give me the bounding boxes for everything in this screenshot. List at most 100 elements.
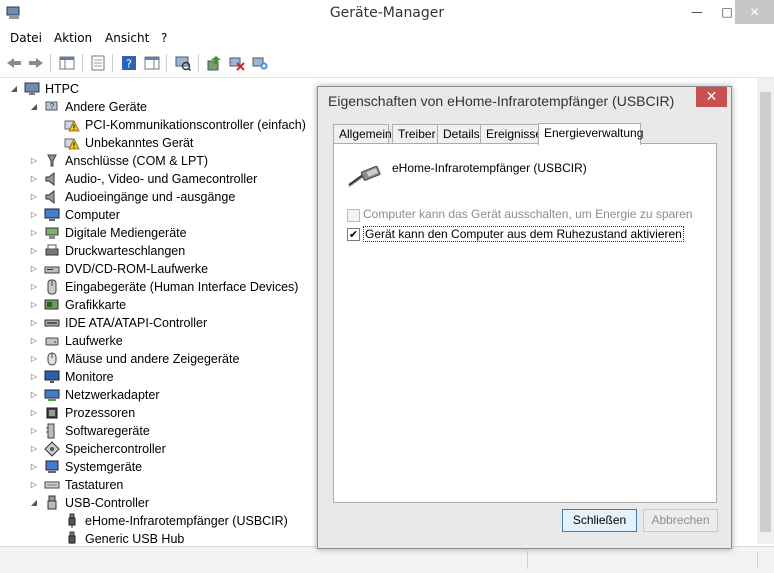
tree-category-item[interactable]: ▷ Monitore bbox=[0, 368, 320, 386]
expand-arrow-icon[interactable]: ▷ bbox=[29, 170, 39, 188]
tree-category-item[interactable]: ▷ Prozessoren bbox=[0, 404, 320, 422]
tree-category-item[interactable]: ▷ Eingabegeräte (Human Interface Devices) bbox=[0, 278, 320, 296]
tree-category-item[interactable]: ▷ IDE ATA/ATAPI-Controller bbox=[0, 314, 320, 332]
title-bar: Geräte-Manager — □ ✕ bbox=[0, 0, 774, 28]
tree-category-item[interactable]: ▷ Computer bbox=[0, 206, 320, 224]
properties-dialog: Eigenschaften von eHome-Infrarotempfänge… bbox=[317, 86, 732, 549]
expand-arrow-icon[interactable]: ▷ bbox=[29, 386, 39, 404]
expand-arrow-icon[interactable]: ▷ bbox=[29, 332, 39, 350]
allow-wake-label[interactable]: Gerät kann den Computer aus dem Ruhezust… bbox=[363, 226, 684, 242]
properties-sheet-icon[interactable] bbox=[89, 54, 107, 72]
expand-arrow-icon[interactable]: ▷ bbox=[29, 152, 39, 170]
expand-arrow-icon[interactable]: ▷ bbox=[29, 458, 39, 476]
vertical-scrollbar[interactable] bbox=[757, 78, 774, 544]
menu-help[interactable]: ? bbox=[161, 31, 167, 45]
allow-turn-off-label: Computer kann das Gerät ausschalten, um … bbox=[363, 207, 693, 221]
tree-category-item[interactable]: ▷ DVD/CD-ROM-Laufwerke bbox=[0, 260, 320, 278]
expand-arrow-icon[interactable]: ▷ bbox=[29, 476, 39, 494]
expand-arrow-icon[interactable]: ▷ bbox=[29, 440, 39, 458]
expand-arrow-icon[interactable]: ▷ bbox=[29, 260, 39, 278]
tree-category-item[interactable]: ◢? Andere Geräte bbox=[0, 98, 320, 116]
tree-category-item[interactable]: ▷ Audioeingänge und -ausgänge bbox=[0, 188, 320, 206]
tree-item-label: Eingabegeräte (Human Interface Devices) bbox=[65, 280, 299, 294]
cancel-button[interactable]: Abbrechen bbox=[643, 509, 718, 532]
collapse-arrow-icon[interactable]: ◢ bbox=[29, 98, 39, 116]
menu-ansicht[interactable]: Ansicht bbox=[105, 31, 149, 45]
expand-arrow-icon[interactable]: ▷ bbox=[29, 224, 39, 242]
expand-arrow-icon[interactable]: ▷ bbox=[29, 404, 39, 422]
expand-arrow-icon[interactable]: ▷ bbox=[29, 296, 39, 314]
expand-arrow-icon[interactable]: ▷ bbox=[29, 188, 39, 206]
tree-category-item[interactable]: ▷ Laufwerke bbox=[0, 332, 320, 350]
tree-category-item[interactable]: ▷ Druckwarteschlangen bbox=[0, 242, 320, 260]
tree-item-label: Audioeingänge und -ausgänge bbox=[65, 190, 236, 204]
svg-text:?: ? bbox=[126, 58, 132, 71]
allow-wake-checkbox[interactable]: ✔ bbox=[347, 228, 360, 241]
tree-item-label: IDE ATA/ATAPI-Controller bbox=[65, 316, 208, 330]
disable-device-icon[interactable] bbox=[228, 54, 246, 72]
expand-arrow-icon[interactable]: ▷ bbox=[29, 368, 39, 386]
dvd-drive-icon bbox=[44, 266, 60, 274]
expand-arrow-icon[interactable]: ▷ bbox=[29, 278, 39, 296]
minimize-button[interactable]: — bbox=[682, 0, 712, 24]
tree-category-item[interactable]: ▷ Digitale Mediengeräte bbox=[0, 224, 320, 242]
allow-turn-off-checkbox[interactable] bbox=[347, 209, 360, 222]
tree-category-item[interactable]: ◢ USB-Controller bbox=[0, 494, 320, 512]
tree-item-label: Audio-, Video- und Gamecontroller bbox=[65, 172, 258, 186]
tab-allgemein[interactable]: Allgemein bbox=[333, 124, 392, 144]
printer-icon bbox=[45, 244, 59, 256]
toolbar-separator bbox=[82, 54, 83, 72]
unknown-device-icon: ? bbox=[45, 101, 58, 111]
tree-child-item[interactable]: Unbekanntes Gerät bbox=[0, 134, 320, 152]
tab-energieverwaltung[interactable]: Energieverwaltung bbox=[538, 123, 643, 145]
menu-datei[interactable]: Datei bbox=[10, 31, 42, 45]
tab-treiber[interactable]: Treiber bbox=[392, 124, 438, 144]
collapse-arrow-icon[interactable]: ◢ bbox=[9, 80, 19, 98]
tree-category-item[interactable]: ▷ Systemgeräte bbox=[0, 458, 320, 476]
menu-aktion[interactable]: Aktion bbox=[54, 31, 92, 45]
tab-details[interactable]: Details bbox=[437, 124, 482, 144]
tab-ereignisse[interactable]: Ereignisse bbox=[480, 124, 542, 144]
tree-child-item[interactable]: Generic USB Hub bbox=[0, 530, 320, 544]
action-pane-icon[interactable] bbox=[143, 54, 161, 72]
tree-category-item[interactable]: ▷ Tastaturen bbox=[0, 476, 320, 494]
tree-item-label: Speichercontroller bbox=[65, 442, 166, 456]
status-bar bbox=[0, 546, 774, 573]
expand-arrow-icon[interactable]: ▷ bbox=[29, 242, 39, 260]
display-adapter-icon bbox=[44, 299, 59, 310]
back-icon[interactable] bbox=[5, 54, 23, 72]
scrollbar-thumb[interactable] bbox=[760, 92, 771, 532]
tree-category-item[interactable]: ▷ Speichercontroller bbox=[0, 440, 320, 458]
tree-category-item[interactable]: ▷ Audio-, Video- und Gamecontroller bbox=[0, 170, 320, 188]
expand-arrow-icon[interactable]: ▷ bbox=[29, 314, 39, 332]
window-title: Geräte-Manager bbox=[329, 5, 445, 21]
expand-arrow-icon[interactable]: ▷ bbox=[29, 422, 39, 440]
tree-category-item[interactable]: ▷ Grafikkarte bbox=[0, 296, 320, 314]
show-hide-console-tree-icon[interactable] bbox=[58, 54, 76, 72]
close-window-button[interactable]: ✕ bbox=[735, 0, 774, 24]
mouse-icon bbox=[47, 352, 57, 366]
tree-child-item[interactable]: eHome-Infrarotempfänger (USBCIR) bbox=[0, 512, 320, 530]
computer-icon bbox=[24, 82, 40, 95]
tree-category-item[interactable]: ▷ Softwaregeräte bbox=[0, 422, 320, 440]
tree-root[interactable]: ◢ HTPC bbox=[0, 80, 300, 98]
forward-icon[interactable] bbox=[27, 54, 45, 72]
uninstall-device-icon[interactable] bbox=[251, 54, 269, 72]
monitor-icon bbox=[44, 370, 60, 383]
dialog-title: Eigenschaften von eHome-Infrarotempfänge… bbox=[328, 93, 675, 109]
scan-hardware-icon[interactable] bbox=[174, 54, 192, 72]
close-button[interactable]: Schließen bbox=[562, 509, 637, 532]
expand-arrow-icon[interactable]: ▷ bbox=[29, 350, 39, 368]
update-driver-icon[interactable] bbox=[205, 54, 223, 72]
collapse-arrow-icon[interactable]: ◢ bbox=[29, 494, 39, 512]
dialog-close-button[interactable]: ✕ bbox=[696, 87, 727, 107]
tree-item-label: PCI-Kommunikationscontroller (einfach) bbox=[85, 118, 306, 132]
computer-icon bbox=[44, 208, 60, 221]
tree-category-item[interactable]: ▷ Anschlüsse (COM & LPT) bbox=[0, 152, 320, 170]
tree-category-item[interactable]: ▷ Netzwerkadapter bbox=[0, 386, 320, 404]
tree-category-item[interactable]: ▷ Mäuse und andere Zeigegeräte bbox=[0, 350, 320, 368]
expand-arrow-icon[interactable]: ▷ bbox=[29, 206, 39, 224]
tree-child-item[interactable]: PCI-Kommunikationscontroller (einfach) bbox=[0, 116, 320, 134]
help-icon[interactable]: ? bbox=[120, 54, 138, 72]
tree-item-label: Laufwerke bbox=[65, 334, 123, 348]
